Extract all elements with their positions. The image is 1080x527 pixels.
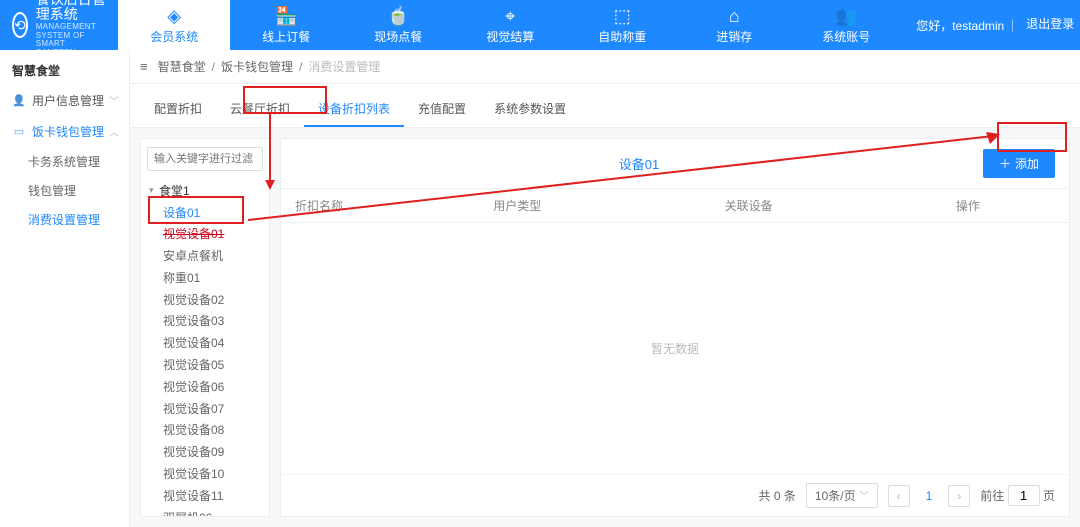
pagination: 共 0 条 10条/页﹀ ‹ 1 › 前往 页 [281,474,1069,516]
tree-parent[interactable]: ▾食堂1 [147,179,263,202]
house-icon: ⌂ [729,6,740,26]
tree-leaf[interactable]: 视觉设备02 [161,289,263,311]
prev-page-button[interactable]: ‹ [888,485,910,507]
tab-recharge-config[interactable]: 充值配置 [404,92,480,127]
device-tree: ▾食堂1 设备01 视觉设备01 安卓点餐机 称重01 视觉设备02 视觉设备0… [147,179,263,517]
topnav-member[interactable]: ◈会员系统 [118,0,230,50]
shell: 智慧食堂 👤 用户信息管理 ﹀ ▭ 饭卡钱包管理 ︿ 卡务系统管理 钱包管理 消… [0,50,1080,527]
collapse-icon[interactable]: ≡ [140,59,148,74]
sidebar-child-wallet[interactable]: 钱包管理 [16,176,129,205]
people-icon: 👥 [835,6,857,26]
logout-link[interactable]: 退出登录 [1026,18,1074,31]
page-number[interactable]: 1 [920,489,939,503]
chevron-up-icon: ︿ [109,124,119,139]
plus-icon: ＋ [999,155,1011,172]
topnav-accounts[interactable]: 👥系统账号 [790,0,902,50]
sidebar-item-userinfo[interactable]: 👤 用户信息管理 ﹀ [0,85,129,116]
main: ≡ 智慧食堂/ 饭卡钱包管理/ 消费设置管理 配置折扣 云餐厅折扣 设备折扣列表… [130,50,1080,527]
content: ▾食堂1 设备01 视觉设备01 安卓点餐机 称重01 视觉设备02 视觉设备0… [130,128,1080,527]
next-page-button[interactable]: › [948,485,970,507]
col-linked-device: 关联设备 [725,197,956,214]
discount-table-panel: 设备01 ＋添加 折扣名称 用户类型 关联设备 操作 暂无数据 共 0 条 10… [280,138,1070,517]
sidebar: 智慧食堂 👤 用户信息管理 ﹀ ▭ 饭卡钱包管理 ︿ 卡务系统管理 钱包管理 消… [0,50,130,527]
user-icon: 👤 [12,94,26,107]
tree-leaf[interactable]: 设备01 [161,202,263,224]
user-area: 您好，testadmin ｜ 退出登录 [902,0,1080,50]
tab-cloud-discount[interactable]: 云餐厅折扣 [216,92,304,127]
sidebar-child-card-system[interactable]: 卡务系统管理 [16,147,129,176]
tree-leaf[interactable]: 视觉设备06 [161,376,263,398]
diamond-icon: ◈ [167,6,181,26]
store-icon: 🏪 [275,6,297,26]
col-discount-name: 折扣名称 [295,197,493,214]
col-action: 操作 [956,197,1055,214]
tree-leaf[interactable]: 视觉设备04 [161,333,263,355]
tab-system-params[interactable]: 系统参数设置 [480,92,580,127]
tree-leaf[interactable]: 视觉设备09 [161,442,263,464]
search-input[interactable] [147,147,263,171]
tree-leaf[interactable]: 双屏机06 [161,507,263,517]
goto-input[interactable] [1008,485,1040,506]
topnav-online-order[interactable]: 🏪线上订餐 [230,0,342,50]
topnav-inventory[interactable]: ⌂进销存 [678,0,790,50]
brand: ⟲ 餐饮后台管理系统 MANAGEMENT SYSTEM OF SMART CA… [0,0,118,50]
scan-icon: ⌖ [505,6,515,26]
scale-icon: ⬚ [614,6,631,26]
breadcrumb-item[interactable]: 智慧食堂 [158,58,206,75]
table-header: 折扣名称 用户类型 关联设备 操作 [281,188,1069,223]
caret-down-icon: ▾ [149,185,159,196]
empty-state: 暂无数据 [281,223,1069,474]
sidebar-title: 智慧食堂 [0,54,129,85]
breadcrumb-current: 消费设置管理 [308,58,380,75]
topnav-self-weigh[interactable]: ⬚自助称重 [566,0,678,50]
tabs: 配置折扣 云餐厅折扣 设备折扣列表 充值配置 系统参数设置 [130,84,1080,128]
add-button[interactable]: ＋添加 [983,149,1055,178]
tree-leaf[interactable]: 视觉设备03 [161,311,263,333]
total-count: 共 0 条 [759,487,796,504]
chevron-down-icon: ﹀ [860,489,869,502]
brand-subtitle: MANAGEMENT SYSTEM OF SMART CANTEEN [36,23,106,58]
card-icon: ▭ [12,125,26,138]
topnav: ◈会员系统 🏪线上订餐 🍵现场点餐 ⌖视觉结算 ⬚自助称重 ⌂进销存 👥系统账号 [118,0,902,50]
cup-icon: 🍵 [387,6,409,26]
tree-leaf[interactable]: 视觉设备07 [161,398,263,420]
tree-leaf[interactable]: 安卓点餐机 [161,246,263,268]
tree-leaf[interactable]: 视觉设备05 [161,355,263,377]
device-tree-panel: ▾食堂1 设备01 视觉设备01 安卓点餐机 称重01 视觉设备02 视觉设备0… [140,138,270,517]
tree-leaf[interactable]: 视觉设备01 [161,224,263,246]
tree-leaf[interactable]: 视觉设备10 [161,464,263,486]
tab-config-discount[interactable]: 配置折扣 [140,92,216,127]
brand-logo-icon: ⟲ [12,12,28,38]
panel-title: 设备01 [295,154,983,173]
tree-leaf[interactable]: 称重01 [161,267,263,289]
topbar: ⟲ 餐饮后台管理系统 MANAGEMENT SYSTEM OF SMART CA… [0,0,1080,50]
greeting-text: 您好，testadmin [916,17,1004,34]
breadcrumb-item[interactable]: 饭卡钱包管理 [221,58,293,75]
tab-device-discount-list[interactable]: 设备折扣列表 [304,92,404,127]
tree-leaf[interactable]: 视觉设备08 [161,420,263,442]
topnav-onsite-order[interactable]: 🍵现场点餐 [342,0,454,50]
goto-page: 前往 页 [980,485,1055,506]
chevron-down-icon: ﹀ [109,93,119,108]
sidebar-item-wallet[interactable]: ▭ 饭卡钱包管理 ︿ [0,116,129,147]
page-size-select[interactable]: 10条/页﹀ [806,483,878,508]
col-user-type: 用户类型 [493,197,724,214]
brand-title: 餐饮后台管理系统 [36,0,106,23]
breadcrumb: ≡ 智慧食堂/ 饭卡钱包管理/ 消费设置管理 [130,50,1080,84]
tree-leaf[interactable]: 视觉设备11 [161,485,263,507]
sidebar-child-consume-settings[interactable]: 消费设置管理 [16,205,129,234]
topnav-vision-checkout[interactable]: ⌖视觉结算 [454,0,566,50]
